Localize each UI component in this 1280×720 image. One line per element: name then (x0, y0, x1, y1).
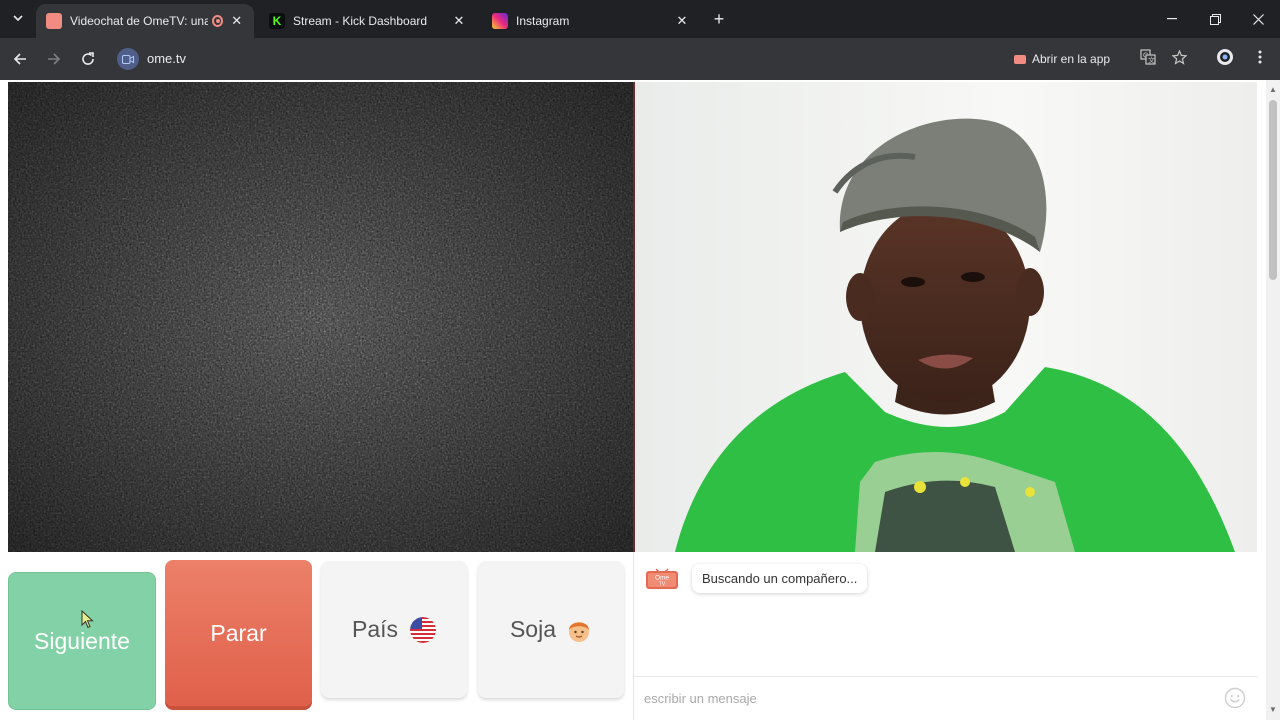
tab-strip: Videochat de OmeTV: una a ✕ K Stream - K… (0, 0, 1280, 38)
restore-icon (1209, 13, 1221, 25)
gender-button-label: Soja (509, 616, 557, 642)
app-icon (1014, 54, 1026, 64)
close-tab-icon[interactable]: ✕ (229, 13, 244, 29)
ometv-logo-icon: Ome TV (646, 568, 678, 589)
chat-panel: Ome TV Buscando un compañero... (633, 552, 1258, 720)
tab-title: Instagram (516, 14, 570, 28)
url-text: ome.tv (147, 51, 187, 66)
next-button[interactable]: Siguiente (8, 572, 156, 710)
instagram-favicon-icon (492, 13, 508, 29)
svg-text:TV: TV (659, 582, 666, 588)
new-tab-button[interactable]: + (709, 9, 729, 29)
avatar-icon (1217, 49, 1233, 65)
more-vertical-icon (1258, 50, 1262, 64)
page-content: ▲ ▼ Siguiente Parar País Soja Ome TV Bus… (0, 80, 1280, 720)
back-button[interactable] (8, 47, 32, 71)
bookmark-button[interactable] (1169, 47, 1189, 67)
self-camera-video (633, 82, 1257, 552)
star-icon (1171, 49, 1187, 65)
translate-button[interactable]: G文 (1138, 47, 1158, 67)
reload-icon (82, 52, 94, 65)
recording-icon (212, 15, 224, 27)
svg-text:Ome: Ome (655, 575, 669, 582)
close-icon (1252, 13, 1264, 25)
browser-toolbar: ome.tv Abrir en la app G文 (0, 38, 1280, 80)
mouse-cursor-icon (81, 610, 94, 629)
scroll-down-icon[interactable]: ▼ (1269, 706, 1277, 714)
ometv-favicon-icon (46, 13, 62, 29)
partner-video-static (8, 82, 633, 552)
country-filter-button[interactable]: País (321, 561, 467, 698)
forward-button[interactable] (42, 47, 66, 71)
video-camera-icon (122, 54, 134, 64)
open-in-app-label: Abrir en la app (1032, 52, 1111, 66)
emoji-icon[interactable] (1224, 687, 1246, 709)
next-button-label: Siguiente (34, 627, 130, 654)
country-button-label: País (351, 616, 399, 642)
page-scrollbar[interactable]: ▲ ▼ (1266, 80, 1280, 720)
tab-search-button[interactable] (7, 7, 29, 29)
close-window-button[interactable] (1236, 0, 1280, 38)
open-in-app-button[interactable]: Abrir en la app (1014, 49, 1110, 69)
tab-ometv[interactable]: Videochat de OmeTV: una a ✕ (36, 4, 254, 38)
restore-button[interactable] (1193, 0, 1237, 38)
stop-button[interactable]: Parar (165, 560, 312, 706)
kick-favicon-icon: K (269, 13, 285, 29)
tab-title: Videochat de OmeTV: una a (70, 14, 209, 28)
reload-button[interactable] (76, 47, 100, 71)
message-input[interactable] (644, 687, 1214, 709)
address-bar[interactable]: ome.tv Abrir en la app G文 (108, 43, 1204, 75)
minimize-button[interactable] (1150, 0, 1194, 38)
close-tab-icon[interactable]: ✕ (451, 13, 467, 29)
tab-kick-dashboard[interactable]: K Stream - Kick Dashboard ✕ (259, 4, 477, 38)
profile-button[interactable] (1215, 47, 1235, 67)
webcam-person (635, 82, 1257, 552)
chat-status-message: Buscando un compañero... (692, 564, 868, 593)
back-arrow-icon (13, 53, 26, 65)
browser-menu-button[interactable] (1250, 47, 1270, 67)
site-info-button[interactable] (117, 48, 139, 70)
static-noise (8, 82, 633, 552)
chat-input-bar (634, 676, 1258, 720)
scroll-up-icon[interactable]: ▲ (1269, 86, 1277, 94)
translate-icon: G文 (1140, 49, 1156, 65)
tab-title: Stream - Kick Dashboard (293, 14, 428, 28)
scrollbar-thumb[interactable] (1269, 100, 1277, 280)
forward-arrow-icon (48, 53, 61, 65)
stop-button-label: Parar (210, 619, 267, 646)
boy-face-icon (569, 621, 590, 642)
us-flag-icon (410, 616, 437, 643)
svg-text:文: 文 (1148, 56, 1155, 65)
tab-instagram[interactable]: Instagram ✕ (482, 4, 700, 38)
gender-filter-button[interactable]: Soja (478, 561, 624, 698)
chevron-down-icon (13, 15, 23, 21)
minimize-icon (1167, 18, 1177, 20)
close-tab-icon[interactable]: ✕ (674, 13, 690, 29)
